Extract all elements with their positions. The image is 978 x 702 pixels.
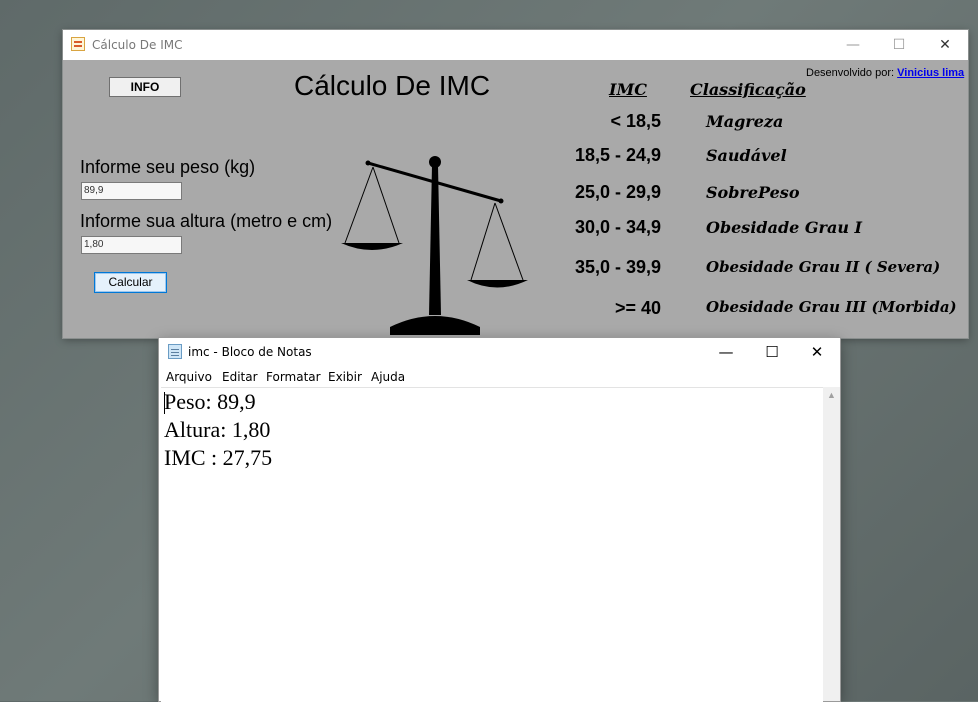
developer-link[interactable]: Vinicius lima: [897, 67, 964, 79]
table-header-imc: IMC: [609, 80, 647, 99]
table-header-classificacao: Classificação: [690, 80, 806, 99]
balance-scale-icon: [341, 156, 528, 335]
imc-form: INFO Cálculo De IMC Informe seu peso (kg…: [63, 60, 968, 338]
vertical-scrollbar[interactable]: ▲: [823, 387, 840, 701]
maximize-button[interactable]: ☐: [876, 30, 922, 60]
app-icon: [71, 37, 85, 51]
range-5: 35,0 - 39,9: [574, 257, 661, 277]
notepad-minimize-button[interactable]: —: [703, 338, 749, 368]
minimize-button[interactable]: —: [830, 30, 876, 60]
classification-6: Obesidade Grau III (Morbida): [706, 298, 957, 316]
peso-input[interactable]: 89,9: [81, 182, 182, 200]
imc-titlebar[interactable]: Cálculo De IMC — ☐ ✕: [63, 30, 968, 60]
scroll-up-icon[interactable]: ▲: [823, 387, 840, 404]
close-button[interactable]: ✕: [922, 30, 968, 60]
range-2: 18,5 - 24,9: [574, 145, 661, 165]
developer-label: Desenvolvido por:: [806, 67, 895, 79]
text-line-altura: Altura: 1,80: [164, 417, 271, 442]
range-6: >= 40: [614, 298, 661, 318]
text-line-imc: IMC : 27,75: [164, 445, 273, 470]
classification-3: SobrePeso: [706, 183, 800, 202]
range-3: 25,0 - 29,9: [574, 182, 661, 202]
menu-arquivo[interactable]: Arquivo: [166, 370, 212, 384]
notepad-window: imc - Bloco de Notas — ☐ ✕ Arquivo Edita…: [159, 338, 840, 702]
notepad-titlebar[interactable]: imc - Bloco de Notas — ☐ ✕: [159, 338, 840, 368]
page-title: Cálculo De IMC: [294, 70, 491, 101]
notepad-maximize-button[interactable]: ☐: [749, 338, 795, 368]
notepad-menubar: Arquivo Editar Formatar Exibir Ajuda: [159, 368, 840, 387]
range-1: < 18,5: [610, 111, 661, 131]
notepad-text-area[interactable]: Peso: 89,9 Altura: 1,80 IMC : 27,75: [161, 387, 823, 702]
developer-credit: Desenvolvido por: Vinicius lima: [806, 67, 964, 79]
classification-4: Obesidade Grau I: [706, 218, 863, 237]
notepad-title: imc - Bloco de Notas: [188, 345, 312, 359]
menu-formatar[interactable]: Formatar: [266, 370, 321, 384]
notepad-icon: [168, 344, 182, 359]
classification-2: Saudável: [706, 146, 787, 165]
menu-editar[interactable]: Editar: [222, 370, 258, 384]
window-title: Cálculo De IMC: [92, 38, 183, 52]
imc-window: Cálculo De IMC — ☐ ✕ INFO Cálculo De IMC…: [63, 30, 968, 338]
range-4: 30,0 - 34,9: [574, 217, 661, 237]
altura-label: Informe sua altura (metro e cm): [80, 211, 333, 231]
menu-ajuda[interactable]: Ajuda: [371, 370, 405, 384]
calcular-button[interactable]: Calcular: [94, 272, 167, 293]
menu-exibir[interactable]: Exibir: [328, 370, 362, 384]
classification-1: Magreza: [706, 112, 784, 131]
info-button[interactable]: INFO: [109, 77, 181, 97]
text-line-peso: Peso: 89,9: [164, 389, 256, 414]
classification-5: Obesidade Grau II ( Severa): [706, 258, 941, 276]
peso-label: Informe seu peso (kg): [80, 157, 256, 177]
notepad-close-button[interactable]: ✕: [794, 338, 840, 368]
altura-input[interactable]: 1,80: [81, 236, 182, 254]
